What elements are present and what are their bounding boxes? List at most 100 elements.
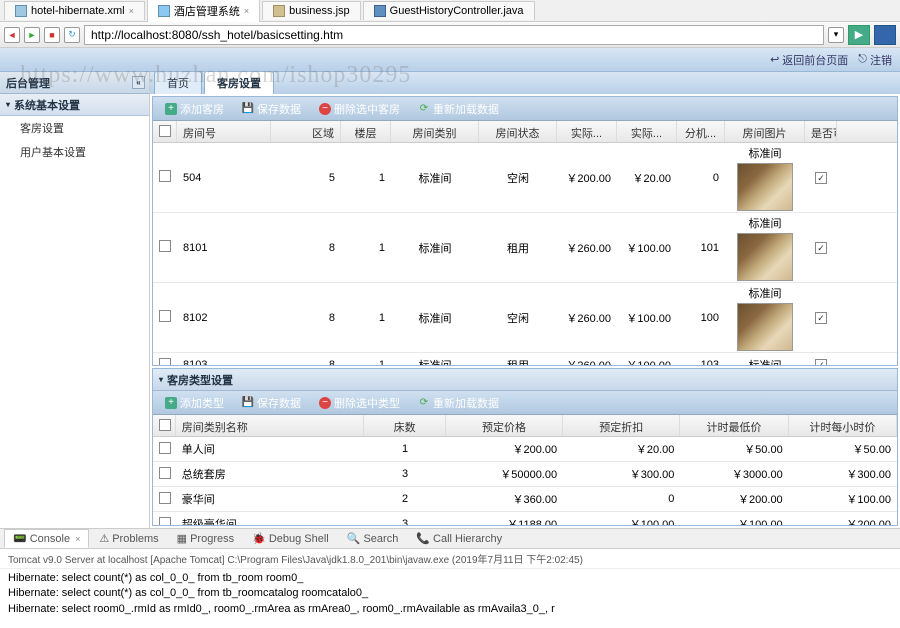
delete-categories-button[interactable]: −删除选中类型 [311,393,408,413]
available-checkbox[interactable] [815,242,827,254]
close-icon[interactable]: × [75,534,80,544]
tab-home[interactable]: 首页 [154,72,202,94]
url-input[interactable] [84,25,824,45]
col-ext[interactable]: 分机... [677,121,725,142]
xml-icon [15,5,27,17]
console-launch-info: Tomcat v9.0 Server at localhost [Apache … [0,549,900,569]
cell-ext: 103 [677,355,725,365]
sidebar-section-system[interactable]: 系统基本设置 [0,94,149,116]
cell-floor: 1 [341,308,391,328]
table-row[interactable]: 810381标准间租用￥260.00￥100.00103标准间 [153,353,897,365]
call-hierarchy-tab[interactable]: 📞 Call Hierarchy [408,530,510,547]
refresh-categories-button[interactable]: ⟳重新加载数据 [410,393,507,413]
available-checkbox[interactable] [815,359,827,365]
col-beds[interactable]: 床数 [364,415,446,436]
problems-tab[interactable]: ⚠ Problems [91,530,166,547]
tab-hotel-hibernate[interactable]: hotel-hibernate.xml× [4,1,145,20]
row-checkbox[interactable] [159,442,171,454]
progress-tab[interactable]: ▦ Progress [169,530,242,547]
table-row[interactable]: 总统套房3￥50000.00￥300.00￥3000.00￥300.00 [153,462,897,487]
cell-cat-name: 豪华间 [176,487,365,511]
refresh-icon: ⟳ [418,397,430,409]
row-checkbox[interactable] [159,170,171,182]
table-row[interactable]: 超级豪华间3￥1188.00￥100.00￥100.00￥200.00 [153,512,897,525]
table-row[interactable]: 810281标准间空闲￥260.00￥100.00100标准间 [153,283,897,353]
col-discount[interactable]: 实际... [617,121,677,142]
row-checkbox[interactable] [159,240,171,252]
available-checkbox[interactable] [815,312,827,324]
search-tab[interactable]: 🔍 Search [339,530,407,547]
col-room-num[interactable]: 房间号 [177,121,271,142]
available-checkbox[interactable] [815,172,827,184]
col-hour-min[interactable]: 计时最低价 [680,415,788,436]
cell-status: 租用 [479,353,557,365]
col-pre-discount[interactable]: 预定折扣 [563,415,680,436]
tab-hotel-system[interactable]: 酒店管理系统× [147,0,260,22]
add-category-button[interactable]: +添加类型 [157,393,232,413]
table-row[interactable]: 单人间1￥200.00￥20.00￥50.00￥50.00 [153,437,897,462]
sidebar-item-room-setting[interactable]: 客房设置 [0,116,149,140]
col-price[interactable]: 实际... [557,121,617,142]
col-type[interactable]: 房间类别 [391,121,479,142]
delete-icon: − [319,103,331,115]
delete-rooms-button[interactable]: −删除选中客房 [311,99,408,119]
refresh-button[interactable]: ↻ [64,27,80,43]
col-available[interactable]: 是否可... [805,121,837,142]
row-checkbox[interactable] [159,467,171,479]
back-to-front-link[interactable]: 返回前台页面 [770,52,848,68]
cell-floor: 1 [341,238,391,258]
tab-guest-controller[interactable]: GuestHistoryController.java [363,1,535,20]
add-icon: + [165,103,177,115]
forward-button[interactable]: ► [24,27,40,43]
sidebar-item-user-setting[interactable]: 用户基本设置 [0,140,149,164]
debug-shell-tab[interactable]: 🐞 Debug Shell [244,530,337,547]
rooms-panel: +添加客房 💾保存数据 −删除选中客房 ⟳重新加载数据 房间号 区域 楼层 房间… [152,96,898,366]
select-all-checkbox[interactable] [159,419,171,431]
console-tabs: 📟 Console× ⚠ Problems ▦ Progress 🐞 Debug… [0,529,900,549]
cell-discount: ￥100.00 [617,353,677,365]
close-icon[interactable]: × [244,6,249,16]
back-button[interactable]: ◄ [4,27,20,43]
go-button[interactable]: ▶ [848,25,870,45]
categories-toolbar: +添加类型 💾保存数据 −删除选中类型 ⟳重新加载数据 [153,391,897,415]
row-checkbox[interactable] [159,517,171,526]
logout-link[interactable]: 注销 [858,52,892,68]
cell-floor: 1 [341,168,391,188]
refresh-icon: ⟳ [418,103,430,115]
room-thumbnail [737,303,793,351]
cell-pre-price: ￥50000.00 [446,462,563,486]
row-checkbox[interactable] [159,492,171,504]
app-header: 返回前台页面 注销 [0,48,900,72]
col-floor[interactable]: 楼层 [341,121,391,142]
col-status[interactable]: 房间状态 [479,121,557,142]
col-cat-name[interactable]: 房间类别名称 [176,415,365,436]
save-icon: 💾 [242,103,254,115]
stop-button[interactable]: ■ [44,27,60,43]
table-row[interactable]: 豪华间2￥360.000￥200.00￥100.00 [153,487,897,512]
table-row[interactable]: 810181标准间租用￥260.00￥100.00101标准间 [153,213,897,283]
cell-room-num: 8102 [177,308,271,328]
row-checkbox[interactable] [159,358,171,366]
col-pre-price[interactable]: 预定价格 [446,415,563,436]
rooms-grid-header: 房间号 区域 楼层 房间类别 房间状态 实际... 实际... 分机... 房间… [153,121,897,143]
console-tab[interactable]: 📟 Console× [4,529,89,548]
refresh-rooms-button[interactable]: ⟳重新加载数据 [410,99,507,119]
external-button[interactable] [874,25,896,45]
cell-price: ￥260.00 [557,236,617,260]
save-categories-button[interactable]: 💾保存数据 [234,393,309,413]
save-icon: 💾 [242,397,254,409]
close-icon[interactable]: × [129,6,134,16]
tab-room-setting[interactable]: 客房设置 [204,72,274,94]
collapse-icon[interactable]: « [132,76,145,89]
select-all-checkbox[interactable] [159,125,171,137]
save-rooms-button[interactable]: 💾保存数据 [234,99,309,119]
add-room-button[interactable]: +添加客房 [157,99,232,119]
dropdown-button[interactable]: ▾ [828,27,844,43]
table-row[interactable]: 50451标准间空闲￥200.00￥20.000标准间 [153,143,897,213]
cell-area: 5 [271,168,341,188]
col-hour-rate[interactable]: 计时每小时价 [789,415,897,436]
row-checkbox[interactable] [159,310,171,322]
col-area[interactable]: 区域 [271,121,341,142]
col-image[interactable]: 房间图片 [725,121,805,142]
tab-business-jsp[interactable]: business.jsp [262,1,361,20]
